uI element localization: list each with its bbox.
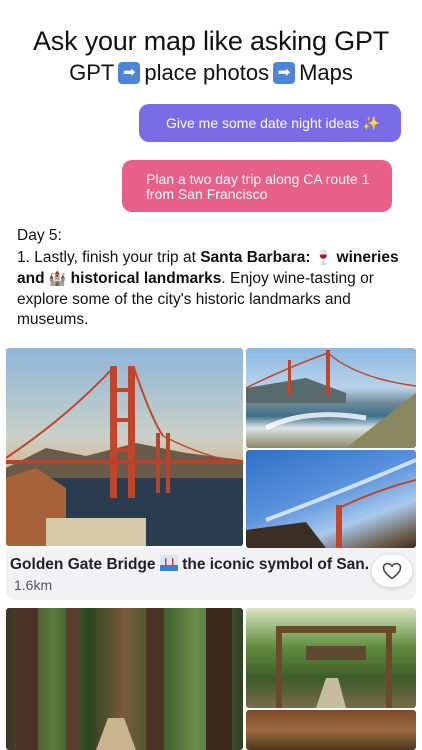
prompt-bubble-trip-plan[interactable]: Plan a two day trip along CA route 1 fro…	[122, 160, 392, 212]
golden-gate-main-photo[interactable]	[6, 348, 243, 546]
arrow-right-icon: ➡	[118, 62, 141, 84]
heart-outline-icon	[382, 562, 402, 580]
answer-text: 1. Lastly, finish your trip at	[17, 248, 201, 266]
place-distance: 1.6km	[14, 577, 53, 593]
wine-glass-icon: 🍷	[314, 248, 333, 265]
place-title[interactable]: Golden Gate Bridge the iconic symbol of …	[10, 555, 370, 574]
app-header: Ask your map like asking GPT GPT ➡ place…	[0, 0, 422, 88]
golden-gate-coast-photo[interactable]	[246, 348, 416, 448]
arrow-right-icon: ➡	[273, 62, 296, 84]
subtitle-gpt: GPT	[69, 60, 115, 85]
golden-gate-sky-photo[interactable]	[246, 450, 416, 548]
castle-icon: 🏰	[48, 270, 67, 286]
favorite-button[interactable]	[372, 555, 412, 587]
muir-woods-sign-photo[interactable]	[246, 710, 416, 750]
page-subtitle: GPT ➡ place photos ➡ Maps	[0, 58, 422, 88]
muir-woods-entrance-photo[interactable]	[246, 608, 416, 708]
answer-bold-text: historical landmarks	[70, 270, 222, 287]
prompt-bubble-date-night[interactable]: Give me some date night ideas ✨	[139, 104, 401, 142]
place-card[interactable]: Golden Gate Bridge the iconic symbol of …	[6, 548, 416, 600]
place-description: the iconic symbol of San...	[182, 556, 370, 573]
redwood-forest-photo[interactable]	[6, 608, 243, 750]
answer-place-bold: Santa Barbara:	[200, 248, 311, 266]
assistant-answer: Day 5: 1. Lastly, finish your trip at Sa…	[17, 226, 407, 331]
subtitle-maps: Maps	[299, 60, 353, 85]
page-title: Ask your map like asking GPT	[32, 26, 390, 56]
place-name: Golden Gate Bridge	[10, 556, 156, 573]
bridge-postcard-icon	[159, 555, 178, 571]
answer-day-heading: Day 5:	[17, 227, 62, 244]
subtitle-photos: place photos	[144, 60, 270, 85]
